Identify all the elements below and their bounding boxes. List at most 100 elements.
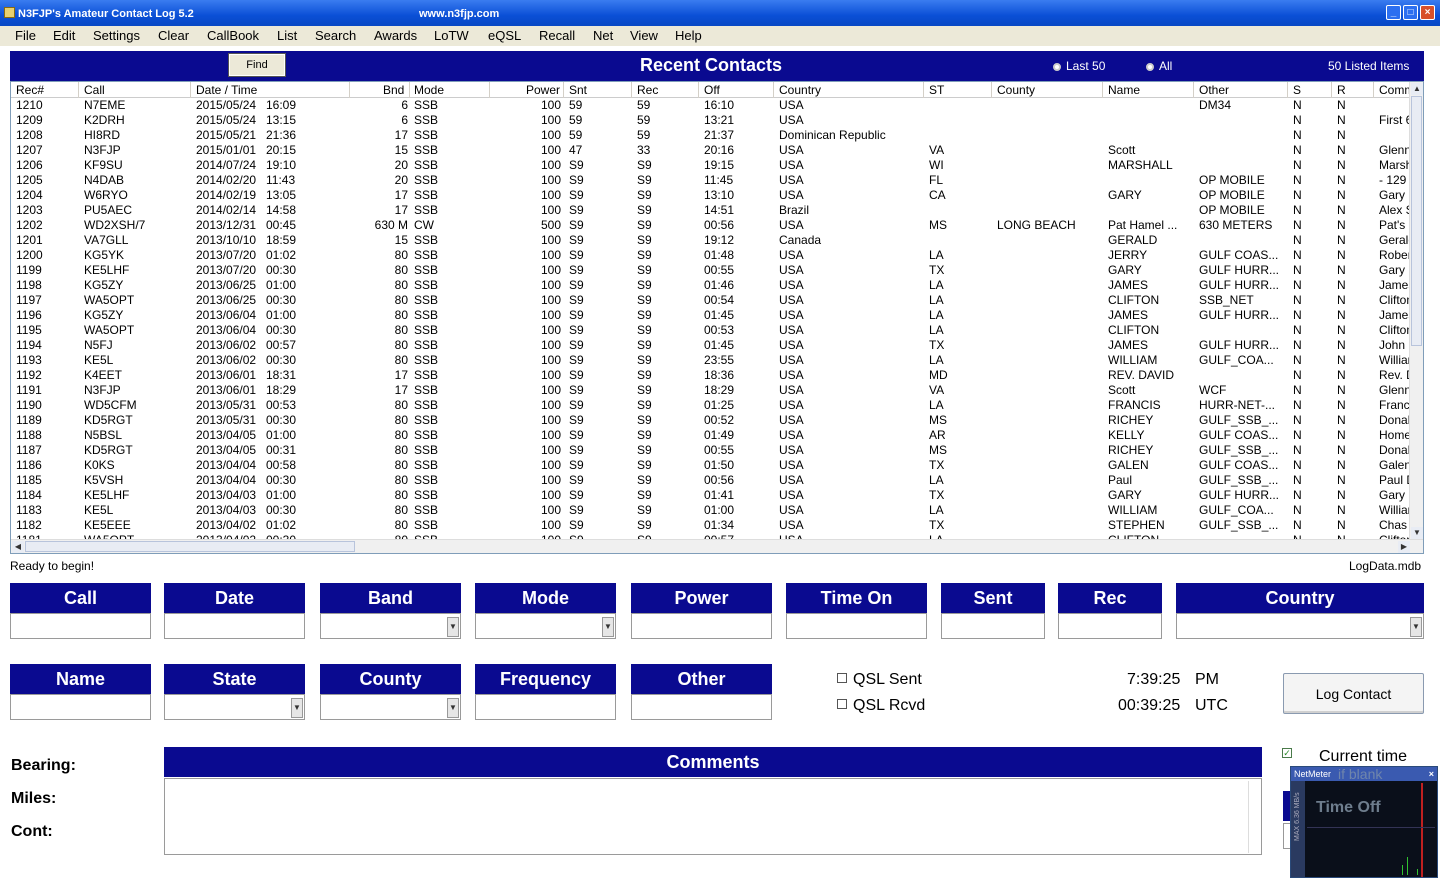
chevron-down-icon[interactable]: ▼ [447,617,459,637]
menu-awards[interactable]: Awards [374,28,417,43]
table-row[interactable]: 1200 KG5YK 2013/07/20 01:02 80 SSB 100 S9 S9 01:4… [11,248,1412,263]
menu-view[interactable]: View [630,28,658,43]
column-header[interactable]: ST [929,83,944,97]
comments-input[interactable] [164,778,1262,855]
column-divider[interactable] [563,82,564,98]
chevron-down-icon[interactable]: ▼ [447,698,459,718]
table-row[interactable]: 1183 KE5L 2013/04/03 00:30 80 SSB 100 S9 S9 01:00… [11,503,1418,518]
table-row[interactable]: 1190 WD5CFM 2013/05/31 00:53 80 SSB 100 S9 S9 01:… [11,398,1411,413]
table-row[interactable]: 1203 PU5AEC 2014/02/14 14:58 17 SSB 100 S9 S9 14:… [11,203,1414,218]
column-header[interactable]: Snt [569,83,587,97]
horizontal-scroll-thumb[interactable] [25,541,355,552]
column-divider[interactable] [1373,82,1374,98]
frequency-input[interactable] [475,694,616,720]
table-row[interactable]: 1196 KG5ZY 2013/06/04 01:00 80 SSB 100 S9 S9 01:4… [11,308,1414,323]
menu-net[interactable]: Net [593,28,613,43]
column-divider[interactable] [1193,82,1194,98]
table-row[interactable]: 1186 K0KS 2013/04/04 00:58 80 SSB 100 S9 S9 01:50… [11,458,1411,473]
menu-list[interactable]: List [277,28,297,43]
vertical-scrollbar[interactable]: ▲ ▼ [1409,82,1423,540]
time-on-input[interactable] [786,613,927,639]
column-header[interactable]: Mode [414,83,444,97]
column-header[interactable]: County [997,83,1035,97]
qsl-sent-checkbox[interactable]: QSL Sent [837,671,922,689]
rec-input[interactable] [1058,613,1162,639]
menu-lotw[interactable]: LoTW [434,28,469,43]
column-divider[interactable] [1287,82,1288,98]
column-header[interactable]: Off [704,83,720,97]
column-header[interactable]: R [1337,83,1346,97]
menu-settings[interactable]: Settings [93,28,140,43]
table-row[interactable]: 1208 HI8RD 2015/05/21 21:36 17 SSB 100 59 59 21:3… [11,128,1411,143]
minimize-button[interactable]: _ [1386,5,1401,20]
table-row[interactable]: 1199 KE5LHF 2013/07/20 00:30 80 SSB 100 S9 S9 00:… [11,263,1411,278]
column-header[interactable]: Country [779,83,821,97]
table-row[interactable]: 1184 KE5LHF 2013/04/03 01:00 80 SSB 100 S9 S9 01:… [11,488,1411,503]
scroll-down-icon[interactable]: ▼ [1411,527,1423,539]
table-row[interactable]: 1182 KE5EEE 2013/04/02 01:02 80 SSB 100 S9 S9 01:… [11,518,1411,533]
column-divider[interactable] [773,82,774,98]
county-select[interactable]: ▼ [320,694,461,720]
column-divider[interactable] [923,82,924,98]
find-button[interactable]: Find [228,53,286,77]
netmeter-close-icon[interactable]: × [1429,767,1434,781]
table-row[interactable]: 1209 K2DRH 2015/05/24 13:15 6 SSB 100 59 59 13:21… [11,113,1412,128]
column-divider[interactable] [409,82,410,98]
maximize-button[interactable]: □ [1403,5,1418,20]
table-row[interactable]: 1194 N5FJ 2013/06/02 00:57 80 SSB 100 S9 S9 01:45… [11,338,1411,353]
scroll-right-icon[interactable]: ▶ [1398,541,1410,553]
table-row[interactable]: 1191 N3FJP 2013/06/01 18:29 17 SSB 100 S9 S9 18:2… [11,383,1411,398]
log-contact-button[interactable]: Log Contact [1283,673,1424,714]
column-header[interactable]: Other [1199,83,1229,97]
menu-callbook[interactable]: CallBook [207,28,259,43]
table-row[interactable]: 1204 W6RYO 2014/02/19 13:05 17 SSB 100 S9 S9 13:1… [11,188,1411,203]
table-row[interactable]: 1198 KG5ZY 2013/06/25 01:00 80 SSB 100 S9 S9 01:4… [11,278,1414,293]
menu-help[interactable]: Help [675,28,702,43]
table-row[interactable]: 1205 N4DAB 2014/02/20 11:43 20 SSB 100 S9 S9 11:4… [11,173,1411,188]
chevron-down-icon[interactable]: ▼ [1410,617,1422,637]
table-row[interactable]: 1189 KD5RGT 2013/05/31 00:30 80 SSB 100 S9 S9 00:… [11,413,1411,428]
power-input[interactable] [631,613,772,639]
column-divider[interactable] [1331,82,1332,98]
close-button[interactable]: × [1420,5,1435,20]
table-row[interactable]: 1187 KD5RGT 2013/04/05 00:31 80 SSB 100 S9 S9 00:… [11,443,1411,458]
column-header[interactable]: Name [1108,83,1140,97]
qsl-rcvd-checkbox[interactable]: QSL Rcvd [837,697,925,715]
table-row[interactable]: 1195 WA5OPT 2013/06/04 00:30 80 SSB 100 S9 S9 00:… [11,323,1413,338]
chevron-down-icon[interactable]: ▼ [291,698,303,718]
table-row[interactable]: 1192 K4EET 2013/06/01 18:31 17 SSB 100 S9 S9 18:3… [11,368,1415,383]
menu-recall[interactable]: Recall [539,28,575,43]
table-row[interactable]: 1197 WA5OPT 2013/06/25 00:30 80 SSB 100 S9 S9 00:… [11,293,1413,308]
call-input[interactable] [10,613,151,639]
column-header[interactable]: Power [526,83,560,97]
country-select[interactable]: ▼ [1176,613,1424,639]
table-row[interactable]: 1201 VA7GLL 2013/10/10 18:59 15 SSB 100 S9 S9 19:… [11,233,1415,248]
table-row[interactable]: 1202 WD2XSH/7 2013/12/31 00:45 630 M CW 500 S9 S… [11,218,1411,233]
table-row[interactable]: 1185 K5VSH 2013/04/04 00:30 80 SSB 100 S9 S9 00:5… [11,473,1415,488]
column-header[interactable]: Rec# [16,83,44,97]
sent-input[interactable] [941,613,1045,639]
column-header[interactable]: Rec [637,83,658,97]
column-divider[interactable] [991,82,992,98]
all-radio[interactable]: All [1146,59,1172,73]
band-select[interactable]: ▼ [320,613,461,639]
table-row[interactable]: 1207 N3FJP 2015/01/01 20:15 15 SSB 100 47 33 20:1… [11,143,1411,158]
name-input[interactable] [10,694,151,720]
column-header[interactable]: Bnd [383,83,404,97]
table-row[interactable]: 1193 KE5L 2013/06/02 00:30 80 SSB 100 S9 S9 23:55… [11,353,1418,368]
menu-file[interactable]: File [15,28,36,43]
mode-select[interactable]: ▼ [475,613,616,639]
column-divider[interactable] [1102,82,1103,98]
table-row[interactable]: 1206 KF9SU 2014/07/24 19:10 20 SSB 100 S9 S9 19:1… [11,158,1412,173]
scroll-up-icon[interactable]: ▲ [1411,83,1423,95]
column-divider[interactable] [349,82,350,98]
contacts-table[interactable]: Rec# Call Date / Time Bnd Mode Power Snt Rec Off… [10,81,1424,554]
table-row[interactable]: 1210 N7EME 2015/05/24 16:09 6 SSB 100 59 59 16:10… [11,98,1411,113]
chevron-down-icon[interactable]: ▼ [602,617,614,637]
column-divider[interactable] [698,82,699,98]
vertical-scroll-thumb[interactable] [1411,96,1422,346]
column-divider[interactable] [78,82,79,98]
column-divider[interactable] [631,82,632,98]
horizontal-scrollbar[interactable]: ◀ ▶ [11,539,1423,553]
column-divider[interactable] [190,82,191,98]
